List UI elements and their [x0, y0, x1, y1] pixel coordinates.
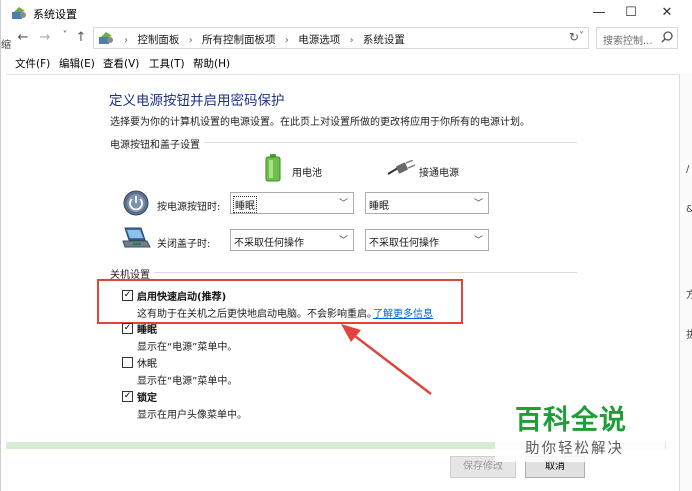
column-battery-label: 用电池: [292, 168, 322, 179]
lid-plugged-value: 不采取任何操作: [369, 238, 439, 249]
menu-tools[interactable]: 工具(T): [149, 56, 185, 71]
address-bar[interactable]: › 控制面板 › 所有控制面板项 › 电源选项 › 系统设置 ˅: [93, 27, 589, 49]
navigation-bar: ← → ˅ ↑ › 控制面板 › 所有控制面板项 › 电源选项 › 系统设置 ˅…: [1, 27, 692, 51]
lock-description: 显示在用户头像菜单中。: [137, 410, 247, 421]
annotation-arrow-icon: [341, 324, 432, 395]
lock-title: 锁定: [137, 393, 157, 404]
menu-file[interactable]: 文件(F): [15, 56, 50, 71]
address-dropdown-icon[interactable]: ˅: [579, 31, 584, 42]
hibernate-title: 休眠: [137, 359, 157, 370]
breadcrumb-separator: ›: [284, 35, 289, 46]
highlight-box: [97, 279, 463, 324]
background-text-fragment: /: [686, 164, 690, 175]
chevron-down-icon: ﹀: [338, 199, 348, 209]
recent-locations-icon[interactable]: ˅: [57, 30, 73, 41]
power-button-plugged-value: 睡眠: [369, 201, 389, 212]
breadcrumb-separator: ›: [349, 35, 354, 46]
menu-help[interactable]: 帮助(H): [193, 56, 230, 71]
sleep-title: 睡眠: [137, 325, 157, 336]
window: 系统设置 — ☐ ✕ ← → ˅ ↑ › 控制面板 › 所有控制面板项 › 电源…: [0, 0, 692, 491]
watermark: 百科全说 助你轻松解决: [495, 398, 665, 462]
close-button[interactable]: ✕: [649, 0, 685, 26]
up-arrow-icon[interactable]: ↑: [73, 30, 89, 45]
search-input[interactable]: 搜索控制...: [596, 27, 678, 49]
watermark-subtitle: 助你轻松解决: [525, 441, 624, 457]
maximize-button[interactable]: ☐: [613, 0, 649, 26]
breadcrumb-separator: ›: [188, 35, 193, 46]
menu-edit[interactable]: 编辑(E): [59, 56, 95, 71]
section-power-buttons-label: 电源按钮和盖子设置: [110, 136, 204, 151]
minimize-button[interactable]: —: [581, 0, 617, 26]
power-button-plugged-select[interactable]: 睡眠 ﹀: [365, 192, 489, 214]
sleep-checkbox[interactable]: ✓: [122, 323, 133, 334]
title-bar: 系统设置 — ☐ ✕: [1, 0, 692, 26]
forward-arrow-icon[interactable]: →: [37, 30, 53, 45]
background-text-fragment: 缩: [1, 40, 11, 51]
breadcrumb: › 控制面板 › 所有控制面板项 › 电源选项 › 系统设置: [118, 32, 405, 47]
control-panel-icon: [99, 32, 113, 44]
breadcrumb-system-settings[interactable]: 系统设置: [363, 32, 405, 47]
search-icon[interactable]: [660, 30, 674, 44]
hibernate-description: 显示在“电源”菜单中。: [137, 376, 238, 387]
sleep-description: 显示在“电源”菜单中。: [137, 342, 238, 353]
chevron-down-icon: ﹀: [338, 236, 348, 246]
lid-battery-value: 不采取任何操作: [234, 238, 304, 249]
chevron-down-icon: ﹀: [473, 236, 483, 246]
power-button-icon: [123, 190, 149, 216]
menu-view[interactable]: 查看(V): [103, 56, 139, 71]
breadcrumb-power-options[interactable]: 电源选项: [298, 32, 340, 47]
row-power-button-label: 按电源按钮时:: [157, 202, 221, 213]
lid-battery-select[interactable]: 不采取任何操作 ﹀: [230, 229, 354, 251]
background-window-edge: [679, 74, 692, 491]
refresh-icon[interactable]: ↻: [569, 30, 579, 44]
chevron-down-icon: ﹀: [473, 199, 483, 209]
power-button-battery-value: 睡眠: [233, 196, 257, 213]
breadcrumb-control-panel[interactable]: 控制面板: [137, 32, 179, 47]
breadcrumb-all-items[interactable]: 所有控制面板项: [202, 32, 276, 47]
section-divider: [111, 272, 577, 273]
control-panel-icon: [12, 7, 26, 19]
battery-icon: [265, 154, 281, 182]
background-text-fragment: &: [686, 204, 692, 215]
search-placeholder: 搜索控制...: [603, 36, 653, 47]
power-button-battery-select[interactable]: 睡眠 ﹀: [230, 192, 354, 214]
window-title: 系统设置: [33, 8, 77, 21]
row-lid-label: 关闭盖子时:: [157, 239, 211, 250]
page-title: 定义电源按钮并启用密码保护: [109, 93, 285, 109]
breadcrumb-separator: ›: [124, 35, 128, 46]
background-text-fragment: 方: [686, 290, 692, 301]
laptop-lid-icon: [122, 227, 151, 248]
page-description: 选择要为你的计算机设置的电源设置。在此页上对设置所做的更改将应用于你所有的电源计…: [110, 117, 530, 128]
background-text-fragment: 拔: [686, 330, 692, 341]
menu-bar: 文件(F) 编辑(E) 查看(V) 工具(T) 帮助(H): [1, 54, 692, 72]
lock-checkbox[interactable]: ✓: [122, 391, 133, 402]
lid-plugged-select[interactable]: 不采取任何操作 ﹀: [365, 229, 489, 251]
plug-icon: [387, 160, 416, 175]
column-plugged-label: 接通电源: [419, 168, 459, 179]
hibernate-checkbox[interactable]: [122, 357, 133, 368]
back-arrow-icon[interactable]: ←: [15, 30, 31, 45]
watermark-title: 百科全说: [515, 405, 627, 436]
